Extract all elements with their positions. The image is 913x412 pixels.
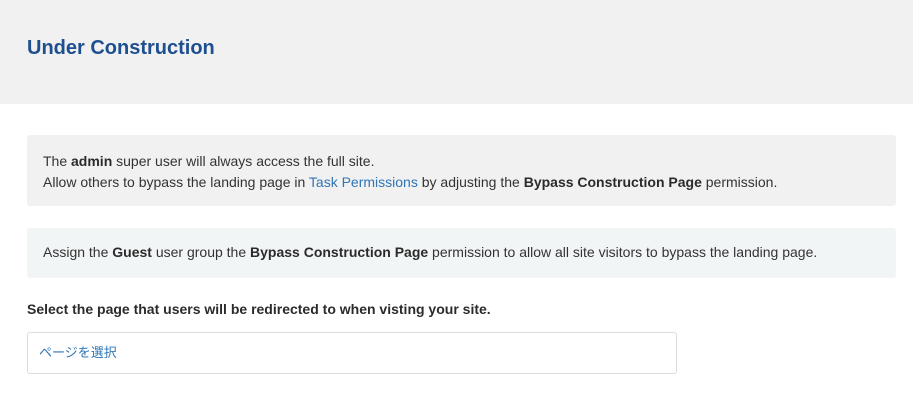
guest-access-notice: Assign the Guest user group the Bypass C… <box>27 228 896 278</box>
redirect-page-label: Select the page that users will be redir… <box>27 301 491 317</box>
guest-notice-text: Assign the <box>43 244 113 260</box>
guest-group-name: Guest <box>112 244 152 260</box>
guest-notice-text: user group the <box>151 244 251 260</box>
admin-notice-text: super user will always access the full s… <box>112 153 375 169</box>
admin-notice-line-2: Allow others to bypass the landing page … <box>43 172 880 193</box>
guest-notice-text: permission to allow all site visitors to… <box>428 244 818 260</box>
admin-user-name: admin <box>71 153 113 169</box>
page-title: Under Construction <box>27 37 215 59</box>
admin-notice-text: permission. <box>701 174 778 190</box>
page-header: Under Construction <box>0 0 913 104</box>
redirect-page-select[interactable]: ページを選択 <box>27 332 677 374</box>
task-permissions-link[interactable]: Task Permissions <box>309 174 418 190</box>
admin-notice-line-1: The admin super user will always access … <box>43 151 880 172</box>
admin-notice-text: The <box>43 153 72 169</box>
permission-name: Bypass Construction Page <box>250 244 429 260</box>
admin-access-notice: The admin super user will always access … <box>27 135 896 206</box>
admin-notice-text: by adjusting the <box>417 174 524 190</box>
permission-name: Bypass Construction Page <box>523 174 702 190</box>
admin-notice-text: Allow others to bypass the landing page … <box>43 174 309 190</box>
